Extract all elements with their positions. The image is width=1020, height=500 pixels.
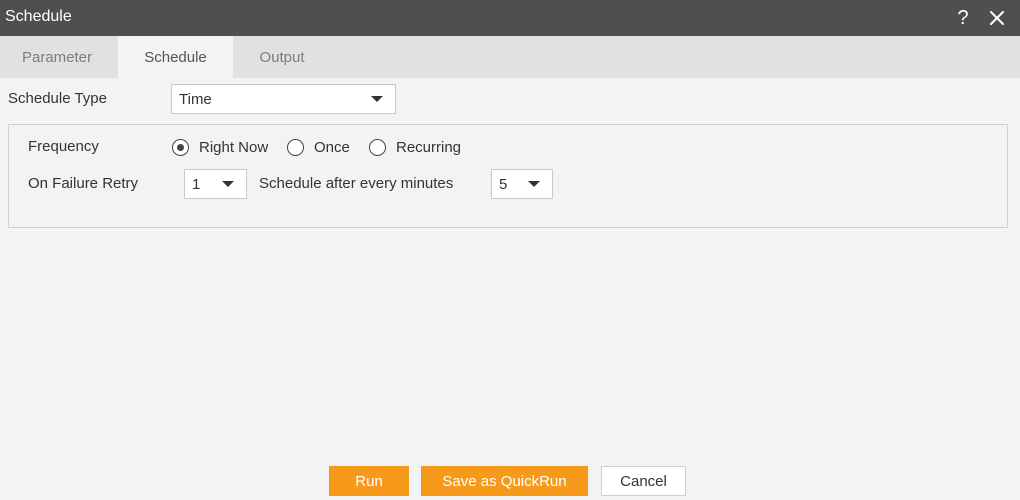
tab-parameter[interactable]: Parameter: [0, 36, 114, 78]
chevron-down-icon: [371, 96, 383, 102]
interval-label: Schedule after every minutes: [259, 175, 454, 192]
radio-once[interactable]: Once: [287, 139, 350, 156]
radio-once-label: Once: [314, 139, 350, 156]
frequency-label: Frequency: [28, 138, 99, 155]
schedule-type-value: Time: [179, 90, 212, 108]
schedule-type-select[interactable]: Time: [171, 84, 396, 114]
run-button[interactable]: Run: [329, 466, 409, 496]
radio-unchecked-icon: [369, 139, 386, 156]
window-title: Schedule: [5, 8, 72, 25]
radio-recurring-label: Recurring: [396, 139, 462, 156]
radio-unchecked-icon: [287, 139, 304, 156]
schedule-type-label: Schedule Type: [8, 90, 107, 107]
radio-recurring[interactable]: Recurring: [369, 139, 461, 156]
close-button[interactable]: [985, 6, 1009, 30]
help-button[interactable]: ?: [951, 6, 975, 30]
save-as-quickrun-button[interactable]: Save as QuickRun: [421, 466, 588, 496]
title-bar: Schedule ?: [0, 0, 1020, 36]
interval-value: 5: [499, 175, 508, 193]
retry-value: 1: [192, 175, 201, 193]
tab-bar: Parameter Schedule Output: [0, 36, 1020, 78]
tab-output[interactable]: Output: [233, 36, 331, 78]
tab-schedule[interactable]: Schedule: [118, 36, 233, 78]
radio-right-now-label: Right Now: [199, 139, 269, 156]
cancel-button[interactable]: Cancel: [601, 466, 686, 496]
retry-select[interactable]: 1: [184, 169, 247, 199]
chevron-down-icon: [528, 181, 540, 187]
interval-select[interactable]: 5: [491, 169, 553, 199]
radio-right-now[interactable]: Right Now: [172, 139, 268, 156]
chevron-down-icon: [222, 181, 234, 187]
retry-label: On Failure Retry: [28, 175, 139, 192]
close-icon: [990, 11, 1004, 25]
radio-checked-icon: [172, 139, 189, 156]
